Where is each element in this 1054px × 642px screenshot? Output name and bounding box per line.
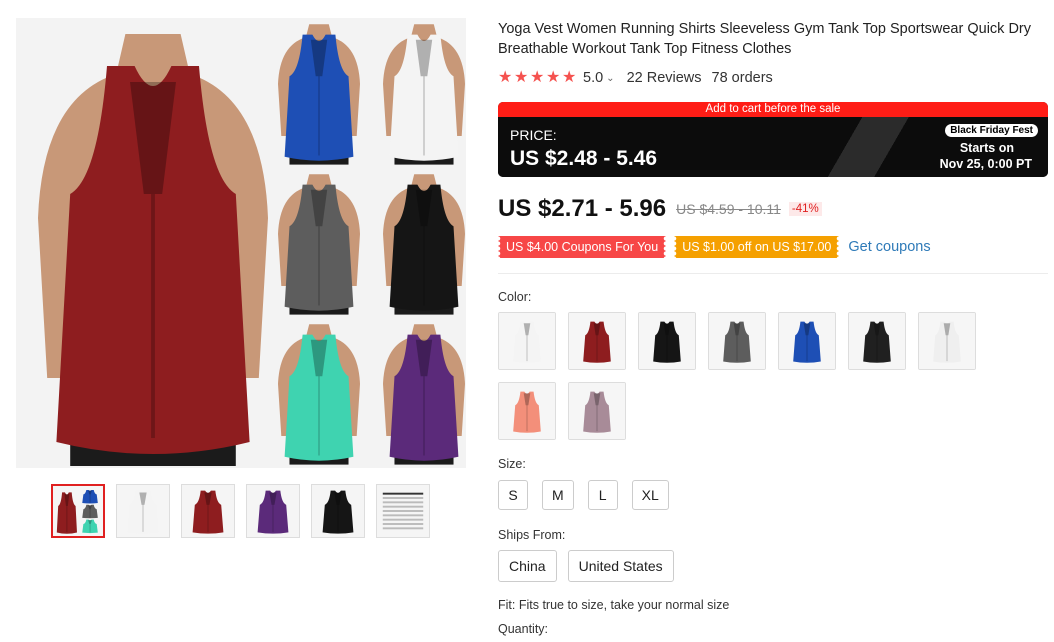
ships-from-china[interactable]: China [498, 550, 557, 582]
sale-banner: Add to cart before the sale PRICE: US $2… [498, 102, 1048, 177]
tank-top-image [312, 485, 364, 537]
thumbnail-1[interactable] [51, 484, 105, 538]
rating-value[interactable]: 5.0 [583, 70, 603, 86]
thumbnail-5[interactable] [311, 484, 365, 538]
sale-price-label: PRICE: [510, 127, 557, 143]
event-badge: Black Friday Fest [945, 124, 1038, 137]
size-option-s[interactable]: S [498, 480, 528, 510]
rating-row: ★ ★ ★ ★ ★ 5.0 ⌄ 22 Reviews 78 orders [498, 69, 773, 87]
star-icon: ★ [546, 69, 561, 86]
thumbnail-6[interactable] [376, 484, 430, 538]
swatch-image [639, 313, 695, 369]
banner-stripe [816, 117, 936, 177]
tank-top-image [117, 485, 169, 537]
star-icon: ★ [530, 69, 545, 86]
original-price: US $4.59 - 10.11 [676, 201, 781, 217]
color-swatch-coral[interactable] [498, 382, 556, 440]
size-option-l[interactable]: L [587, 480, 618, 510]
tank-top-image [247, 485, 299, 537]
product-photo [16, 18, 466, 468]
sale-price-range: US $2.48 - 5.46 [510, 147, 658, 170]
size-option-xl[interactable]: XL [631, 480, 669, 510]
swatch-image [569, 383, 625, 439]
color-swatch-gray[interactable] [708, 312, 766, 370]
swatch-image [849, 313, 905, 369]
start-date: Nov 25, 0:00 PT [939, 157, 1032, 171]
coupon-tag-1[interactable]: US $4.00 Coupons For You [498, 236, 667, 258]
tank-top-image [182, 485, 234, 537]
reviews-link[interactable]: 22 Reviews [627, 70, 702, 86]
size-chart-image [377, 485, 429, 537]
swatch-image [499, 313, 555, 369]
star-icon: ★ [514, 69, 529, 86]
price-row: US $2.71 - 5.96 US $4.59 - 10.11 -41% [498, 195, 822, 223]
coupon-tag-2[interactable]: US $1.00 off on US $17.00 [674, 236, 840, 258]
color-swatches [498, 312, 998, 440]
swatch-image [569, 313, 625, 369]
color-swatch-white-back[interactable] [918, 312, 976, 370]
banner-notice: Add to cart before the sale [498, 102, 1048, 117]
color-swatch-mauve[interactable] [568, 382, 626, 440]
current-price: US $2.71 - 5.96 [498, 195, 667, 222]
ships-from-options: China United States [498, 550, 674, 582]
star-icon: ★ [562, 69, 577, 86]
swatch-image [709, 313, 765, 369]
product-title: Yoga Vest Women Running Shirts Sleeveles… [498, 21, 1031, 57]
rating-stars: ★ ★ ★ ★ ★ [498, 69, 577, 86]
orders-count: 78 orders [711, 70, 773, 86]
swatch-image [919, 313, 975, 369]
size-label: Size: [498, 457, 526, 471]
fit-note: Fit: Fits true to size, take your normal… [498, 598, 730, 612]
color-swatch-blue[interactable] [778, 312, 836, 370]
size-options: S M L XL [498, 480, 669, 510]
starts-on-label: Starts on [959, 141, 1014, 155]
tank-top-image [53, 486, 103, 536]
discount-badge: -41% [788, 202, 822, 216]
ships-from-united-states[interactable]: United States [567, 550, 674, 582]
get-coupons-link[interactable]: Get coupons [848, 239, 930, 255]
ships-from-label: Ships From: [498, 528, 566, 542]
coupon-row: US $4.00 Coupons For You US $1.00 off on… [498, 235, 931, 259]
swatch-image [499, 383, 555, 439]
color-swatch-white[interactable] [498, 312, 556, 370]
color-swatch-black-back[interactable] [848, 312, 906, 370]
color-swatch-black[interactable] [638, 312, 696, 370]
star-icon: ★ [498, 69, 513, 86]
size-option-m[interactable]: M [542, 480, 574, 510]
thumbnail-3[interactable] [181, 484, 235, 538]
color-swatch-wine-red[interactable] [568, 312, 626, 370]
thumbnail-strip [51, 484, 430, 538]
divider [498, 273, 1048, 274]
chevron-down-icon[interactable]: ⌄ [606, 73, 614, 84]
thumbnail-2[interactable] [116, 484, 170, 538]
quantity-label: Quantity: [498, 622, 549, 636]
swatch-image [779, 313, 835, 369]
thumbnail-4[interactable] [246, 484, 300, 538]
color-label: Color: [498, 290, 532, 304]
main-product-image[interactable] [16, 18, 466, 468]
